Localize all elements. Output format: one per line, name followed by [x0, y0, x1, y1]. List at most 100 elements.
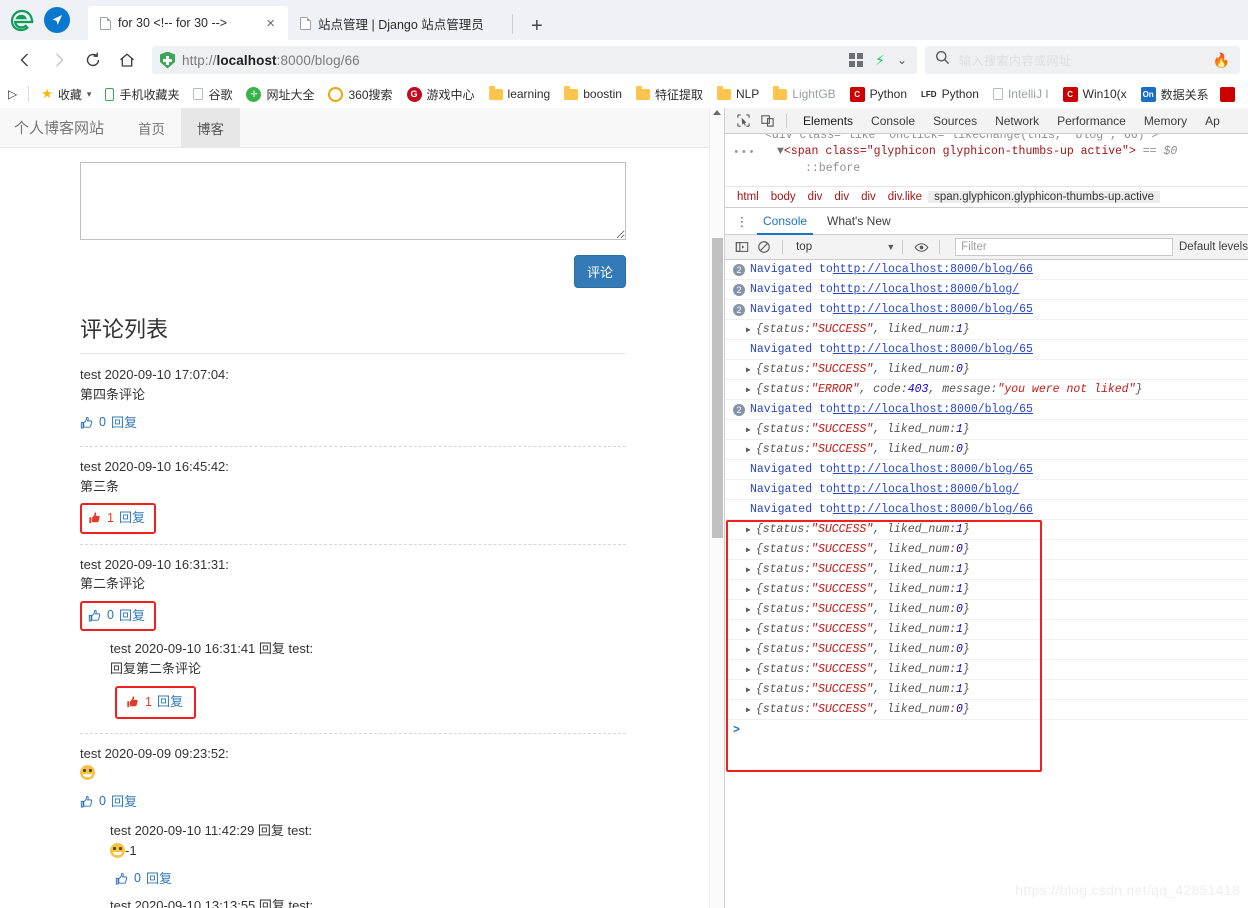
console-prompt-icon[interactable]: >	[733, 724, 740, 737]
scrollbar-thumb[interactable]	[712, 238, 723, 538]
expand-arrow-icon[interactable]: ▶	[746, 525, 751, 535]
bookmark-item[interactable]: ✛ 网址大全	[239, 83, 321, 105]
thumbs-up-icon[interactable]	[88, 609, 102, 623]
browser-tab-active[interactable]: for 30 <!-- for 30 --> ×	[88, 6, 288, 40]
elements-line-3[interactable]: ::before	[805, 162, 860, 175]
console-log-object[interactable]: ▶ {status: "SUCCESS", liked_num: 1}	[725, 560, 1248, 580]
thumbs-up-icon[interactable]	[80, 795, 94, 809]
console-levels-select[interactable]: Default levels	[1179, 241, 1248, 253]
like-bar[interactable]: 0 回复	[80, 413, 137, 433]
more-options-icon[interactable]: ⋮	[731, 215, 753, 228]
devtools-tab-application[interactable]: Ap	[1196, 108, 1229, 134]
ellipsis-icon[interactable]: •••	[733, 147, 756, 159]
breadcrumb-item[interactable]: div.like	[882, 191, 928, 203]
bookmark-item[interactable]: LFD Python	[914, 83, 986, 105]
like-bar-highlighted[interactable]: 1 回复	[115, 686, 196, 719]
expand-arrow-icon[interactable]: ▶	[746, 445, 751, 455]
nav-item-blog[interactable]: 博客	[181, 108, 241, 148]
elements-tree[interactable]: ••• <div class="like" onclick="likeChang…	[725, 134, 1248, 186]
bookmark-item[interactable]: G 游戏中心	[400, 83, 482, 105]
bookmark-item[interactable]: LightGB	[766, 83, 842, 105]
bookmark-item[interactable]: ★ 收藏 ▾	[34, 83, 98, 105]
log-link[interactable]: http://localhost:8000/blog/65	[833, 303, 1033, 316]
close-icon[interactable]: ×	[263, 16, 278, 31]
chevron-down-icon[interactable]: ▼	[886, 242, 895, 252]
log-link[interactable]: http://localhost:8000/blog/	[833, 283, 1019, 296]
bookmark-item[interactable]: C Python	[843, 83, 914, 105]
expand-arrow-icon[interactable]: ▶	[746, 685, 751, 695]
comment-textarea[interactable]	[80, 162, 626, 240]
devtools-tab-console[interactable]: Console	[862, 108, 924, 134]
expand-arrow-icon[interactable]: ▶	[746, 605, 751, 615]
site-brand[interactable]: 个人博客网站	[0, 117, 122, 138]
thumbs-up-icon[interactable]	[80, 416, 94, 430]
reply-link[interactable]: 回复	[111, 413, 137, 433]
expand-arrow-icon[interactable]: ▶	[746, 585, 751, 595]
bookmark-item[interactable]: 特征提取	[629, 83, 710, 105]
console-log-navigated[interactable]: 2 Navigated to http://localhost:8000/blog…	[725, 280, 1248, 300]
expand-arrow-icon[interactable]: ▶	[746, 625, 751, 635]
log-link[interactable]: http://localhost:8000/blog/66	[833, 263, 1033, 276]
console-log-navigated[interactable]: Navigated to http://localhost:8000/blog/…	[725, 460, 1248, 480]
device-toolbar-icon[interactable]	[755, 110, 779, 132]
bookmark-item[interactable]: On 数据关系	[1134, 83, 1216, 105]
bookmark-item[interactable]: C Win10(x	[1056, 83, 1134, 105]
console-log-object[interactable]: ▶ {status: "SUCCESS", liked_num: 0}	[725, 700, 1248, 720]
bookmark-item[interactable]: boostin	[557, 83, 629, 105]
devtools-tab-network[interactable]: Network	[986, 108, 1048, 134]
console-log-navigated[interactable]: 2 Navigated to http://localhost:8000/blog…	[725, 400, 1248, 420]
home-icon[interactable]	[110, 43, 144, 77]
breadcrumb-item-current[interactable]: span.glyphicon.glyphicon-thumbs-up.activ…	[928, 191, 1160, 203]
bookmark-item[interactable]: NLP	[710, 83, 766, 105]
bookmark-item[interactable]: IntelliJ I	[986, 83, 1056, 105]
drawer-tab-console[interactable]: Console	[753, 208, 817, 235]
bookmark-item[interactable]: learning	[482, 83, 558, 105]
qr-code-icon[interactable]	[849, 53, 864, 67]
scroll-up-icon[interactable]	[713, 110, 721, 115]
bookmark-item[interactable]: 谷歌	[186, 83, 239, 105]
new-tab-button[interactable]: +	[519, 16, 555, 40]
breadcrumb-item[interactable]: html	[731, 191, 765, 203]
elements-line-1[interactable]: <div class="like" onclick="likeChange(th…	[765, 134, 1158, 142]
expand-arrow-icon[interactable]: ▶	[746, 665, 751, 675]
expand-arrow-icon[interactable]: ▶	[746, 545, 751, 555]
devtools-tab-sources[interactable]: Sources	[924, 108, 986, 134]
console-filter-input[interactable]: Filter	[955, 238, 1173, 256]
address-bar[interactable]: http://localhost:8000/blog/66 ⚡ ⌄	[152, 46, 917, 74]
reply-link[interactable]: 回复	[111, 792, 137, 812]
devtools-tab-memory[interactable]: Memory	[1135, 108, 1196, 134]
drawer-tab-whats-new[interactable]: What's New	[817, 208, 901, 235]
log-link[interactable]: http://localhost:8000/blog/65	[833, 463, 1033, 476]
like-bar[interactable]: 0 回复	[115, 869, 172, 889]
reply-link[interactable]: 回复	[146, 869, 172, 889]
expand-arrow-icon[interactable]: ▶	[746, 705, 751, 715]
sidebar-toggle-icon[interactable]	[731, 236, 753, 258]
console-log-navigated[interactable]: Navigated to http://localhost:8000/blog/…	[725, 340, 1248, 360]
live-expression-eye-icon[interactable]	[910, 236, 932, 258]
console-log-navigated[interactable]: Navigated to http://localhost:8000/blog/…	[725, 500, 1248, 520]
console-log-object[interactable]: ▶ {status: "SUCCESS", liked_num: 0}	[725, 640, 1248, 660]
clear-console-icon[interactable]	[753, 236, 775, 258]
breadcrumb-item[interactable]: body	[765, 191, 802, 203]
console-log-object[interactable]: ▶ {status: "SUCCESS", liked_num: 0}	[725, 360, 1248, 380]
expand-arrow-icon[interactable]: ▶	[746, 645, 751, 655]
reload-icon[interactable]	[76, 43, 110, 77]
elements-line-2[interactable]: ▼<span class="glyphicon glyphicon-thumbs…	[777, 145, 1177, 158]
console-log-object[interactable]: ▶ {status: "SUCCESS", liked_num: 0}	[725, 540, 1248, 560]
log-link[interactable]: http://localhost:8000/blog/66	[833, 503, 1033, 516]
console-log-object[interactable]: ▶ {status: "SUCCESS", liked_num: 1}	[725, 520, 1248, 540]
lightning-icon[interactable]: ⚡	[875, 52, 885, 69]
console-log-object[interactable]: ▶ {status: "SUCCESS", liked_num: 1}	[725, 660, 1248, 680]
page-scrollbar[interactable]	[709, 108, 724, 908]
console-log-navigated[interactable]: 2 Navigated to http://localhost:8000/blog…	[725, 260, 1248, 280]
devtools-tab-elements[interactable]: Elements	[794, 108, 862, 134]
console-log-object[interactable]: ▶ {status: "SUCCESS", liked_num: 0}	[725, 440, 1248, 460]
breadcrumb-item[interactable]: div	[855, 191, 882, 203]
console-log-object[interactable]: ▶ {status: "SUCCESS", liked_num: 1}	[725, 580, 1248, 600]
square-icon[interactable]	[1219, 86, 1235, 102]
chevron-down-icon[interactable]: ▾	[87, 89, 92, 100]
console-log-object[interactable]: ▶ {status: "SUCCESS", liked_num: 1}	[725, 320, 1248, 340]
log-link[interactable]: http://localhost:8000/blog/65	[833, 403, 1033, 416]
console-context-select[interactable]: top	[790, 241, 886, 253]
search-bar[interactable]: 输入搜索内容或网址 🔥	[925, 46, 1240, 74]
